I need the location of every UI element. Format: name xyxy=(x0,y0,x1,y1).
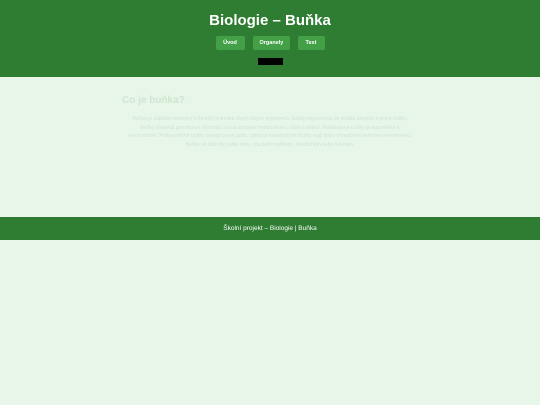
section-text: Buňka je základní stavební a funkční jed… xyxy=(128,116,412,148)
main-nav: Úvod Organely Test xyxy=(0,36,540,50)
nav-button-uvod[interactable]: Úvod xyxy=(215,36,245,50)
page-footer: Školní projekt – Biologie | Buňka xyxy=(0,217,540,240)
content-section: Co je buňka? Buňka je základní stavební … xyxy=(122,95,418,149)
black-block xyxy=(258,58,283,65)
page-header: Biologie – Buňka Úvod Organely Test xyxy=(0,0,540,77)
nav-button-organely[interactable]: Organely xyxy=(252,36,290,50)
footer-text: Školní projekt – Biologie | Buňka xyxy=(223,225,317,232)
nav-button-test[interactable]: Test xyxy=(297,36,325,50)
section-title: Co je buňka? xyxy=(122,95,185,106)
page-title: Biologie – Buňka xyxy=(209,12,331,29)
